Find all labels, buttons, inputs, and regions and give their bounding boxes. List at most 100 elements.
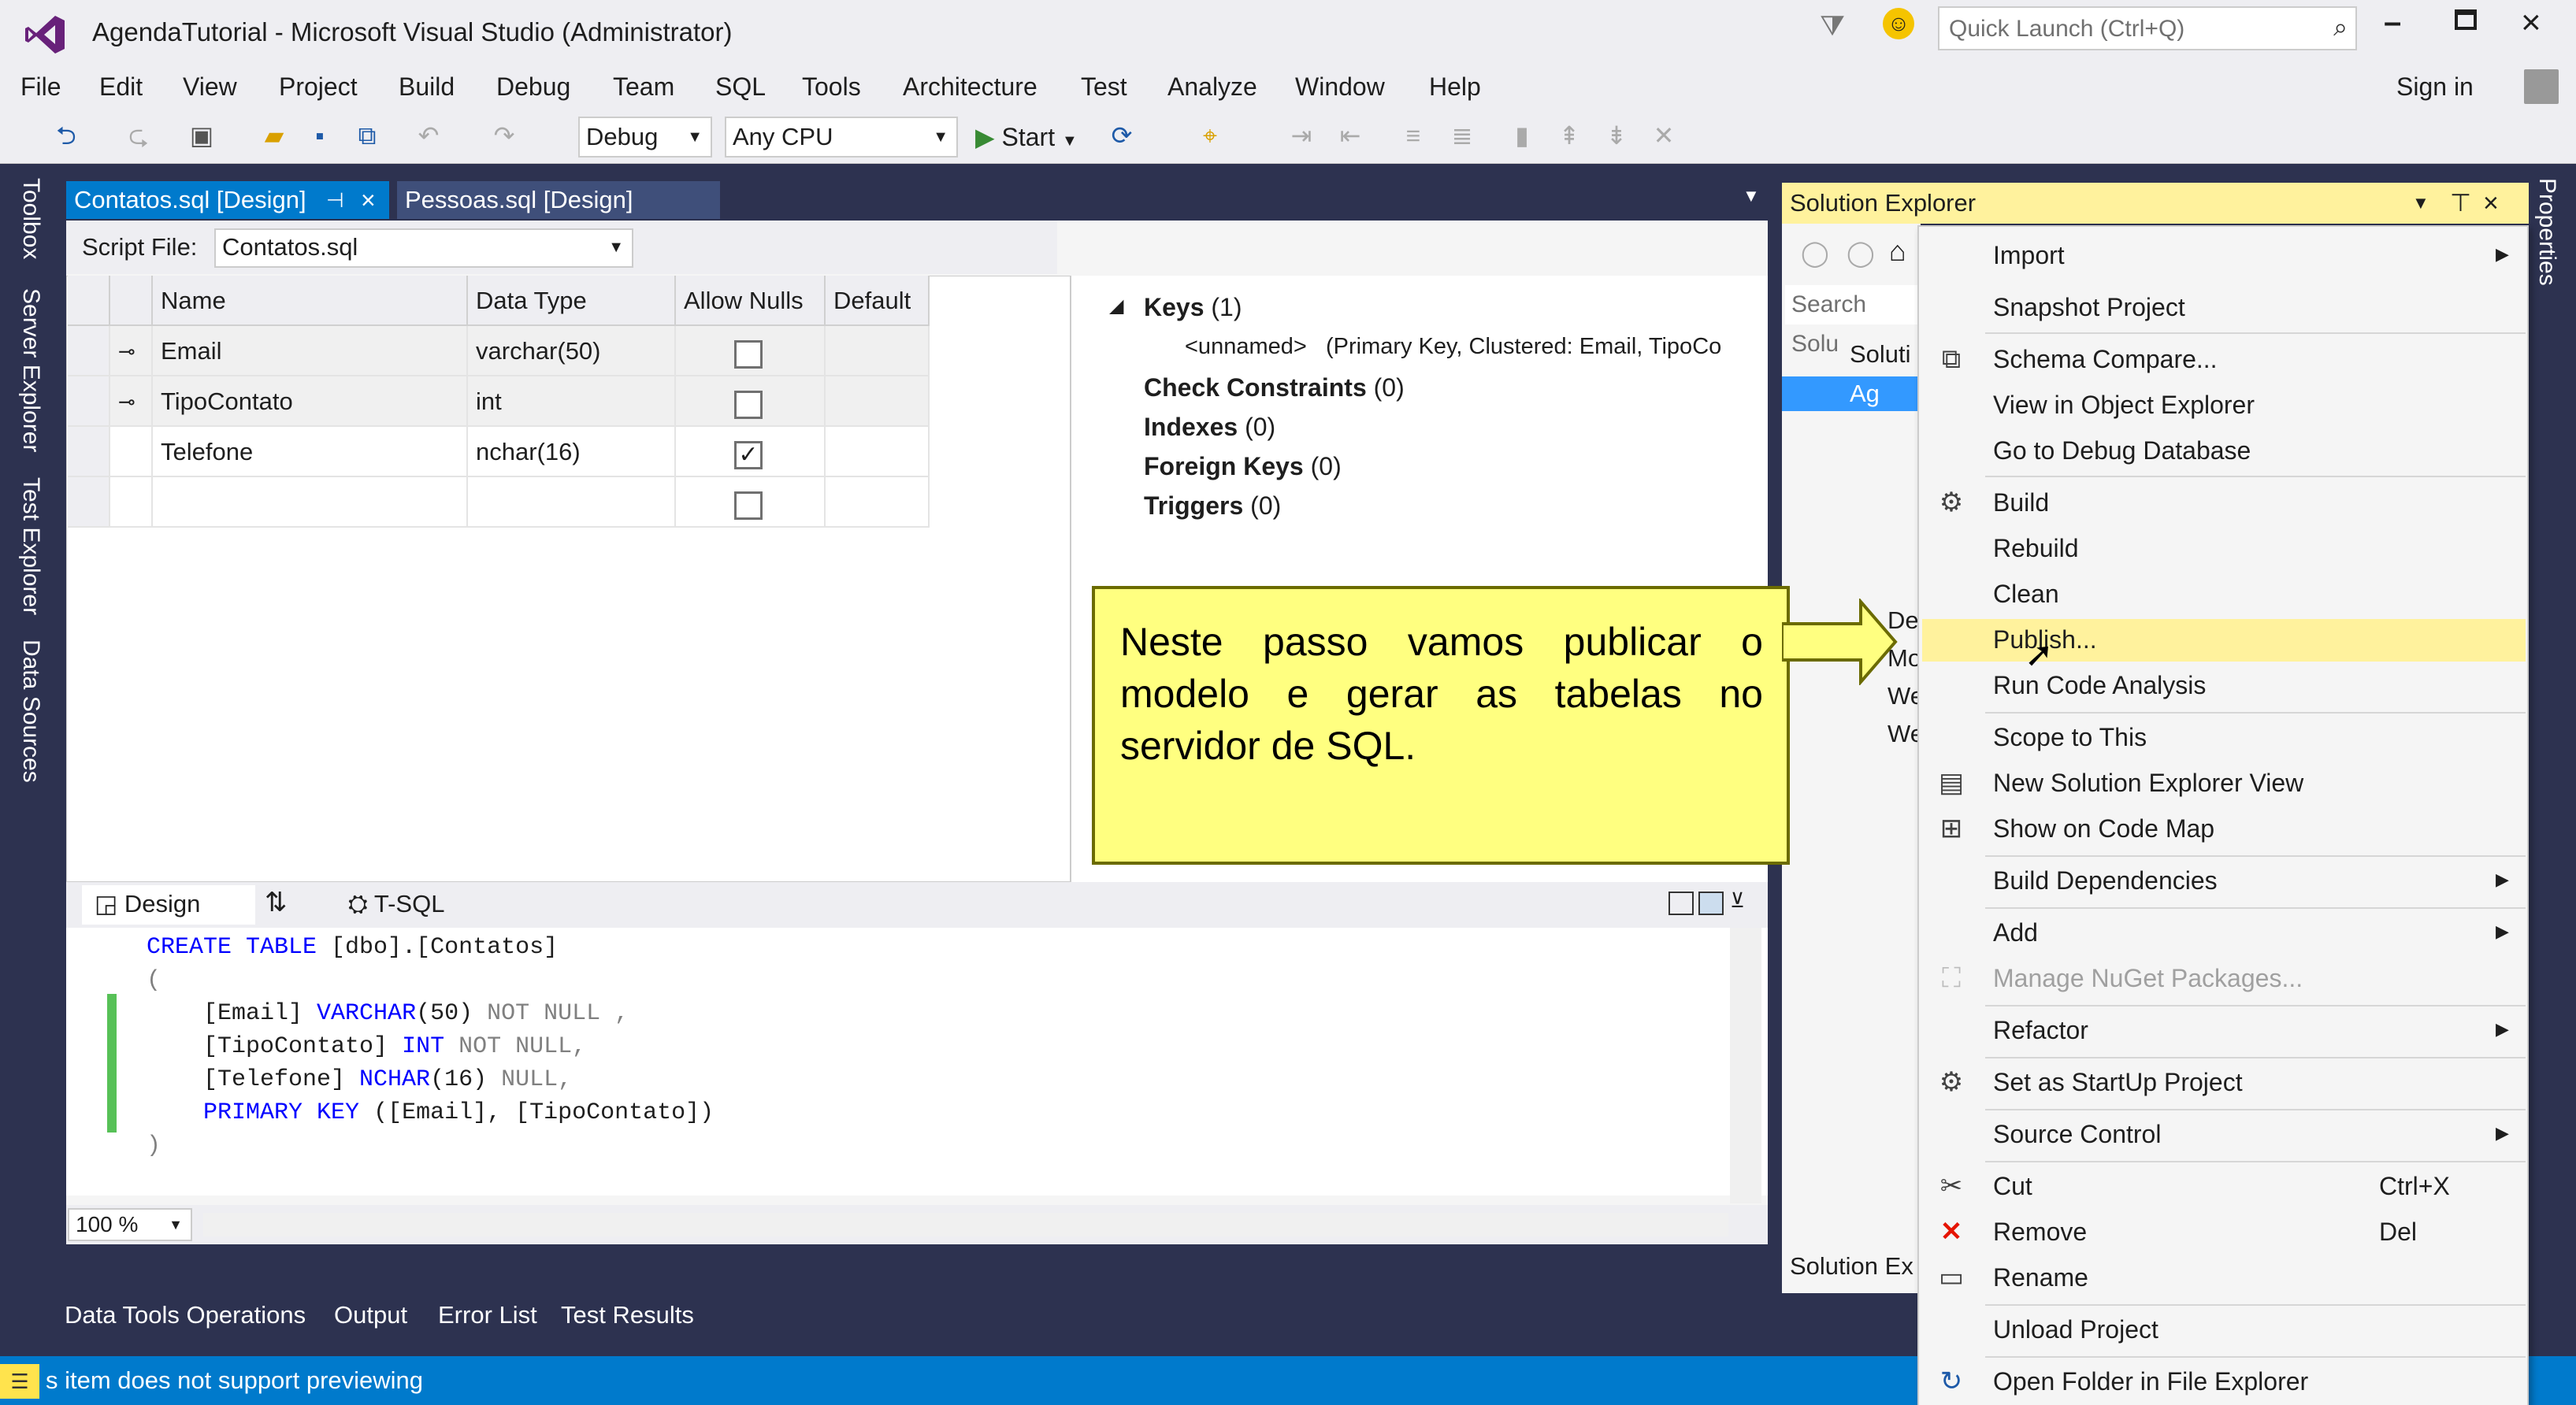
tsql-editor[interactable] [66,928,1768,1196]
close-window-button[interactable]: × [2521,3,2541,43]
menu-item-remove[interactable]: Remove [1993,1218,2087,1247]
row-selector[interactable] [68,427,110,477]
refresh-icon[interactable]: ⟳ [1106,120,1138,151]
menu-item-source-control[interactable]: Source Control [1993,1120,2161,1149]
open-file-icon[interactable]: ▰ [258,120,290,151]
test-explorer-tab[interactable]: Test Explorer [17,477,44,615]
menu-item-refactor[interactable]: Refactor [1993,1016,2088,1045]
minimize-button[interactable]: – [2384,5,2401,40]
vertical-scrollbar[interactable] [1730,928,1761,1203]
tab-test-results[interactable]: Test Results [561,1301,694,1329]
server-explorer-tab[interactable]: Server Explorer [17,288,44,452]
cell-name[interactable] [153,477,468,528]
menu-item-show-on-code-map[interactable]: Show on Code Map [1993,814,2214,843]
sign-in-link[interactable]: Sign in [2396,72,2474,102]
menu-item-set-startup[interactable]: Set as StartUp Project [1993,1068,2243,1097]
find-icon[interactable]: ⌖ [1194,120,1226,151]
feedback-smiley-icon[interactable]: ☺ [1883,8,1914,39]
sol-back-icon[interactable]: ◯ [1801,238,1829,268]
row-selector[interactable] [68,477,110,528]
menu-item-new-solution-explorer-view[interactable]: New Solution Explorer View [1993,769,2303,798]
menu-test[interactable]: Test [1081,69,1127,104]
properties-tab[interactable]: Properties [2533,178,2560,286]
solution-search-input[interactable]: Search Solu [1785,285,1919,357]
quick-launch-input[interactable]: Quick Launch (Ctrl+Q) ⌕ [1938,6,2357,50]
solution-explorer-footer-tab[interactable]: Solution Ex [1790,1252,1913,1281]
allow-nulls-checkbox-checked[interactable]: ✓ [734,441,763,469]
forward-icon[interactable]: ⮎ [123,120,154,151]
menu-item-goto-debug-database[interactable]: Go to Debug Database [1993,436,2251,465]
column-header-datatype[interactable]: Data Type [468,276,676,326]
menu-item-snapshot[interactable]: Snapshot Project [1993,293,2185,322]
save-all-icon[interactable]: ⧉ [351,120,383,151]
data-sources-tab[interactable]: Data Sources [17,639,44,783]
menu-item-rename[interactable]: Rename [1993,1263,2088,1292]
account-avatar-icon[interactable] [2524,69,2559,104]
menu-tools[interactable]: Tools [802,69,861,104]
horizontal-scrollbar[interactable] [203,1213,1728,1236]
uncomment-icon[interactable]: ≣ [1446,120,1478,151]
menu-view[interactable]: View [183,69,237,104]
save-icon[interactable]: ▪ [304,120,336,151]
menu-item-unload-project[interactable]: Unload Project [1993,1315,2158,1344]
comment-icon[interactable]: ≡ [1397,120,1429,151]
collapse-pane-icon[interactable]: ⊻ [1730,888,1745,913]
pin-icon[interactable]: ⊤ [2450,183,2471,224]
platform-dropdown[interactable]: Any CPU ▼ [725,117,958,158]
menu-item-open-folder[interactable]: Open Folder in File Explorer [1993,1367,2308,1396]
split-horizontal-icon[interactable] [1698,892,1724,915]
chevron-down-icon[interactable]: ▼ [2412,183,2429,224]
row-selector[interactable] [68,326,110,376]
prev-bookmark-icon[interactable]: ⇞ [1553,120,1585,151]
clear-bookmarks-icon[interactable]: ✕ [1648,120,1680,151]
cell-name[interactable]: Email [153,326,468,376]
menu-item-build-dependencies[interactable]: Build Dependencies [1993,866,2218,895]
allow-nulls-checkbox[interactable] [734,340,763,369]
close-icon[interactable]: × [2483,183,2499,224]
tab-contatos-design[interactable]: Contatos.sql [Design] ⊣ × [66,181,389,219]
menu-build[interactable]: Build [399,69,455,104]
key-unnamed[interactable]: <unnamed> (Primary Key, Clustered: Email… [1185,334,1721,360]
start-button[interactable]: ▶ Start ▼ [975,118,1078,156]
menu-sql[interactable]: SQL [715,69,766,104]
menu-window[interactable]: Window [1295,69,1385,104]
undo-icon[interactable]: ↶ [413,120,444,151]
script-file-dropdown[interactable]: Contatos.sql ▼ [214,228,633,268]
tab-overflow-icon[interactable]: ▼ [1743,186,1760,206]
menu-item-scope-to-this[interactable]: Scope to This [1993,723,2147,752]
maximize-button[interactable] [2455,9,2477,30]
menu-team[interactable]: Team [613,69,674,104]
menu-file[interactable]: File [20,69,61,104]
menu-debug[interactable]: Debug [496,69,570,104]
tab-pessoas-design[interactable]: Pessoas.sql [Design] [397,181,720,219]
tree-project-selected[interactable]: Ag [1782,376,1921,411]
allow-nulls-checkbox[interactable] [734,491,763,520]
cell-datatype[interactable]: int [468,376,676,427]
cell-name[interactable]: TipoContato [153,376,468,427]
tab-tsql[interactable]: ⛭ T-SQL [337,885,471,925]
menu-item-rebuild[interactable]: Rebuild [1993,534,2079,563]
tab-error-list[interactable]: Error List [438,1301,537,1329]
bookmark-icon[interactable]: ▮ [1506,120,1538,151]
menu-item-clean[interactable]: Clean [1993,580,2059,609]
next-bookmark-icon[interactable]: ⇟ [1601,120,1632,151]
tab-data-tools-operations[interactable]: Data Tools Operations [65,1301,306,1329]
cell-default[interactable] [826,477,930,528]
menu-architecture[interactable]: Architecture [903,69,1037,104]
cell-datatype[interactable] [468,477,676,528]
menu-item-import[interactable]: Import [1993,241,2065,270]
menu-item-view-object-explorer[interactable]: View in Object Explorer [1993,391,2255,420]
menu-analyze[interactable]: Analyze [1167,69,1257,104]
menu-item-build[interactable]: Build [1993,488,2049,517]
split-vertical-icon[interactable] [1668,892,1694,915]
row-selector[interactable] [68,376,110,427]
menu-item-cut[interactable]: Cut [1993,1172,2032,1201]
new-project-icon[interactable]: ▣ [186,120,217,151]
swap-panes-icon[interactable]: ⇅ [265,887,288,918]
outdent-icon[interactable]: ⇤ [1334,120,1366,151]
cell-datatype[interactable]: nchar(16) [468,427,676,477]
menu-item-schema-compare[interactable]: Schema Compare... [1993,345,2218,374]
toolbox-tab[interactable]: Toolbox [17,178,44,259]
pin-icon[interactable]: ⊣ [326,181,344,219]
menu-edit[interactable]: Edit [99,69,143,104]
